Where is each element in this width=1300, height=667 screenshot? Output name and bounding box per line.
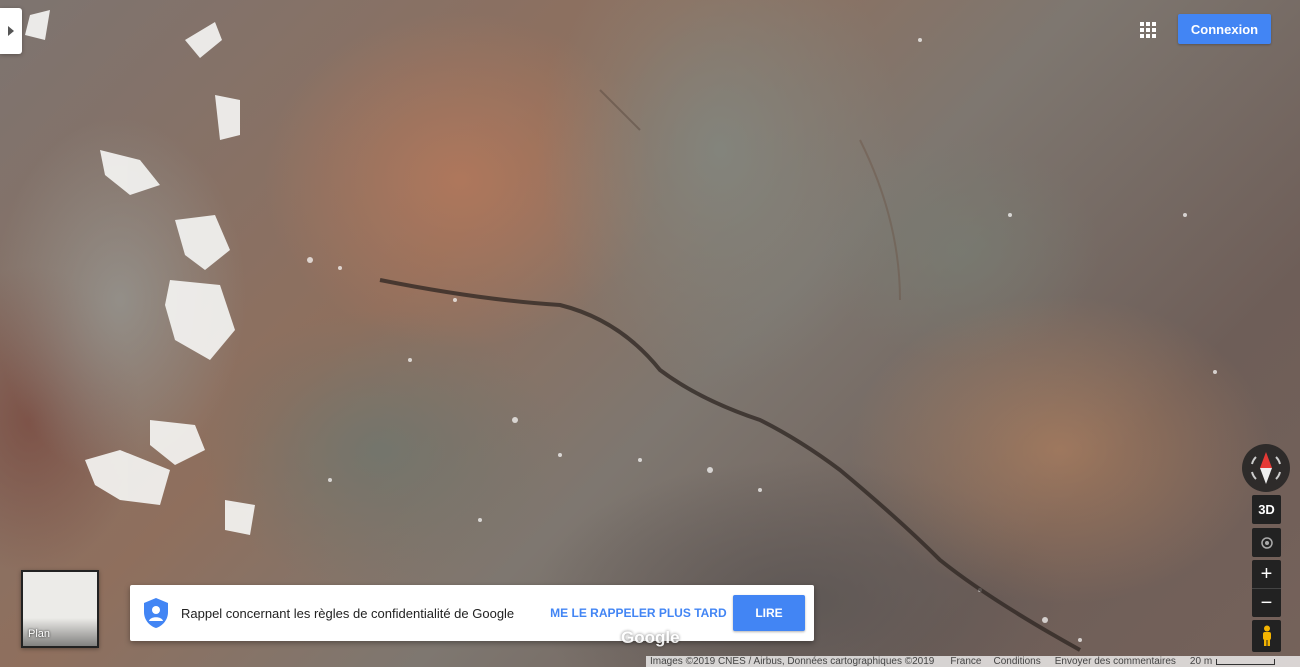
country-link[interactable]: France [950, 656, 981, 667]
conditions-link[interactable]: Conditions [993, 656, 1040, 667]
satellite-map[interactable] [0, 0, 1300, 667]
read-button[interactable]: LIRE [733, 595, 805, 631]
shield-account-icon [144, 598, 168, 628]
privacy-reminder-banner: Rappel concernant les règles de confiden… [130, 585, 814, 641]
scale-bar [1216, 658, 1276, 665]
map-footer: Images ©2019 CNES / Airbus, Données cart… [646, 656, 1300, 667]
my-location-button[interactable] [1252, 528, 1281, 557]
google-apps-button[interactable] [1138, 20, 1158, 40]
imagery-attribution: Images ©2019 CNES / Airbus, Données cart… [650, 656, 935, 667]
zoom-in-button[interactable]: + [1252, 560, 1281, 588]
my-location-icon [1260, 536, 1273, 549]
google-logo: Google [621, 628, 680, 647]
street-view-pegman-button[interactable] [1252, 620, 1281, 652]
3d-toggle-button[interactable]: 3D [1252, 495, 1281, 524]
scale-label: 20 m [1189, 656, 1213, 667]
apps-grid-icon [1140, 22, 1156, 38]
layer-switcher-label: Plan [28, 628, 51, 640]
pegman-icon [1262, 625, 1271, 646]
login-button[interactable]: Connexion [1178, 14, 1271, 44]
privacy-message: Rappel concernant les règles de confiden… [181, 605, 515, 621]
map-layer-switcher[interactable]: Plan [21, 570, 99, 648]
compass-button[interactable] [1242, 444, 1290, 492]
compass-icon [1251, 452, 1281, 484]
zoom-out-button[interactable]: − [1252, 588, 1281, 617]
terrain-texture [25, 10, 1217, 652]
scale-control[interactable]: 20 m [1186, 656, 1276, 667]
send-feedback-link[interactable]: Envoyer des commentaires [1055, 656, 1176, 667]
chevron-right-icon [8, 26, 14, 36]
remind-later-button[interactable]: ME LE RAPPELER PLUS TARD [550, 606, 726, 620]
side-panel-toggle[interactable] [0, 8, 22, 54]
